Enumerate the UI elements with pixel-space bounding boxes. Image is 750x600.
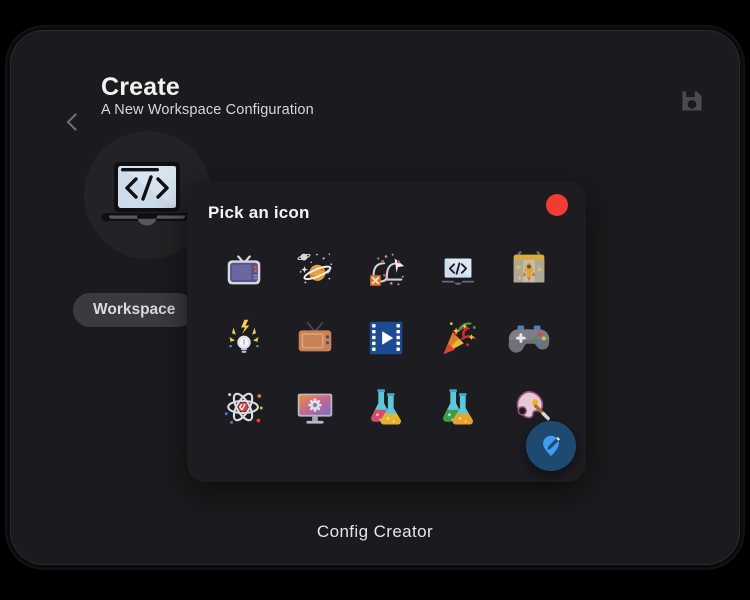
retro-tv-purple-icon: [221, 246, 267, 292]
icon-option-film-strip-play[interactable]: [351, 303, 422, 372]
icon-option-monitor-settings-gear[interactable]: [279, 372, 350, 441]
modal-title: Pick an icon: [208, 203, 310, 223]
planet-saturn-space-icon: [292, 246, 338, 292]
icon-option-laptop-code[interactable]: [422, 234, 493, 303]
floppy-disk-save-icon: [679, 88, 705, 114]
lightbulb-idea-icon: [221, 315, 267, 361]
icon-option-game-controller[interactable]: [494, 303, 565, 372]
icon-option-party-popper-confetti[interactable]: [422, 303, 493, 372]
app-window-inner: Create A New Workspace Configuration: [11, 31, 739, 564]
app-window: Create A New Workspace Configuration: [10, 30, 740, 565]
icon-option-retro-tv-purple[interactable]: [208, 234, 279, 303]
back-button[interactable]: [59, 109, 85, 135]
television-orange-icon: [292, 315, 338, 361]
save-button[interactable]: [675, 84, 709, 118]
icon-option-flask-chemistry-pink[interactable]: [351, 372, 422, 441]
icon-option-lightbulb-idea[interactable]: [208, 303, 279, 372]
icon-option-planet-saturn-space[interactable]: [279, 234, 350, 303]
page-title: Create: [101, 73, 180, 102]
app-bottom-title: Config Creator: [11, 522, 739, 542]
game-controller-icon: [506, 315, 552, 361]
vector-bezier-design-icon: [363, 246, 409, 292]
laptop-code-icon: [100, 157, 196, 233]
film-strip-play-icon: [363, 315, 409, 361]
party-popper-confetti-icon: [435, 315, 481, 361]
workspace-tag[interactable]: Workspace: [73, 293, 195, 327]
icon-option-rocket-launch-board[interactable]: [494, 234, 565, 303]
edit-fab-button[interactable]: [526, 421, 576, 471]
flask-chemistry-green-icon: [435, 384, 481, 430]
edit-pin-pencil-icon: [538, 433, 564, 459]
flask-chemistry-pink-icon: [363, 384, 409, 430]
chevron-left-icon: [59, 109, 85, 135]
icon-option-vector-bezier-design[interactable]: [351, 234, 422, 303]
icon-option-flask-chemistry-green[interactable]: [422, 372, 493, 441]
rocket-launch-board-icon: [506, 246, 552, 292]
laptop-code-icon: [435, 246, 481, 292]
icon-option-television-orange[interactable]: [279, 303, 350, 372]
pick-icon-modal: Pick an icon: [187, 181, 586, 482]
close-icon[interactable]: [546, 194, 568, 216]
icon-option-atom-react-code[interactable]: [208, 372, 279, 441]
screen-root: Create A New Workspace Configuration: [0, 0, 750, 600]
app-header: Create A New Workspace Configuration: [11, 31, 739, 139]
page-subtitle: A New Workspace Configuration: [101, 102, 314, 118]
atom-react-code-icon: [221, 384, 267, 430]
icon-grid: [208, 234, 565, 441]
monitor-settings-gear-icon: [292, 384, 338, 430]
